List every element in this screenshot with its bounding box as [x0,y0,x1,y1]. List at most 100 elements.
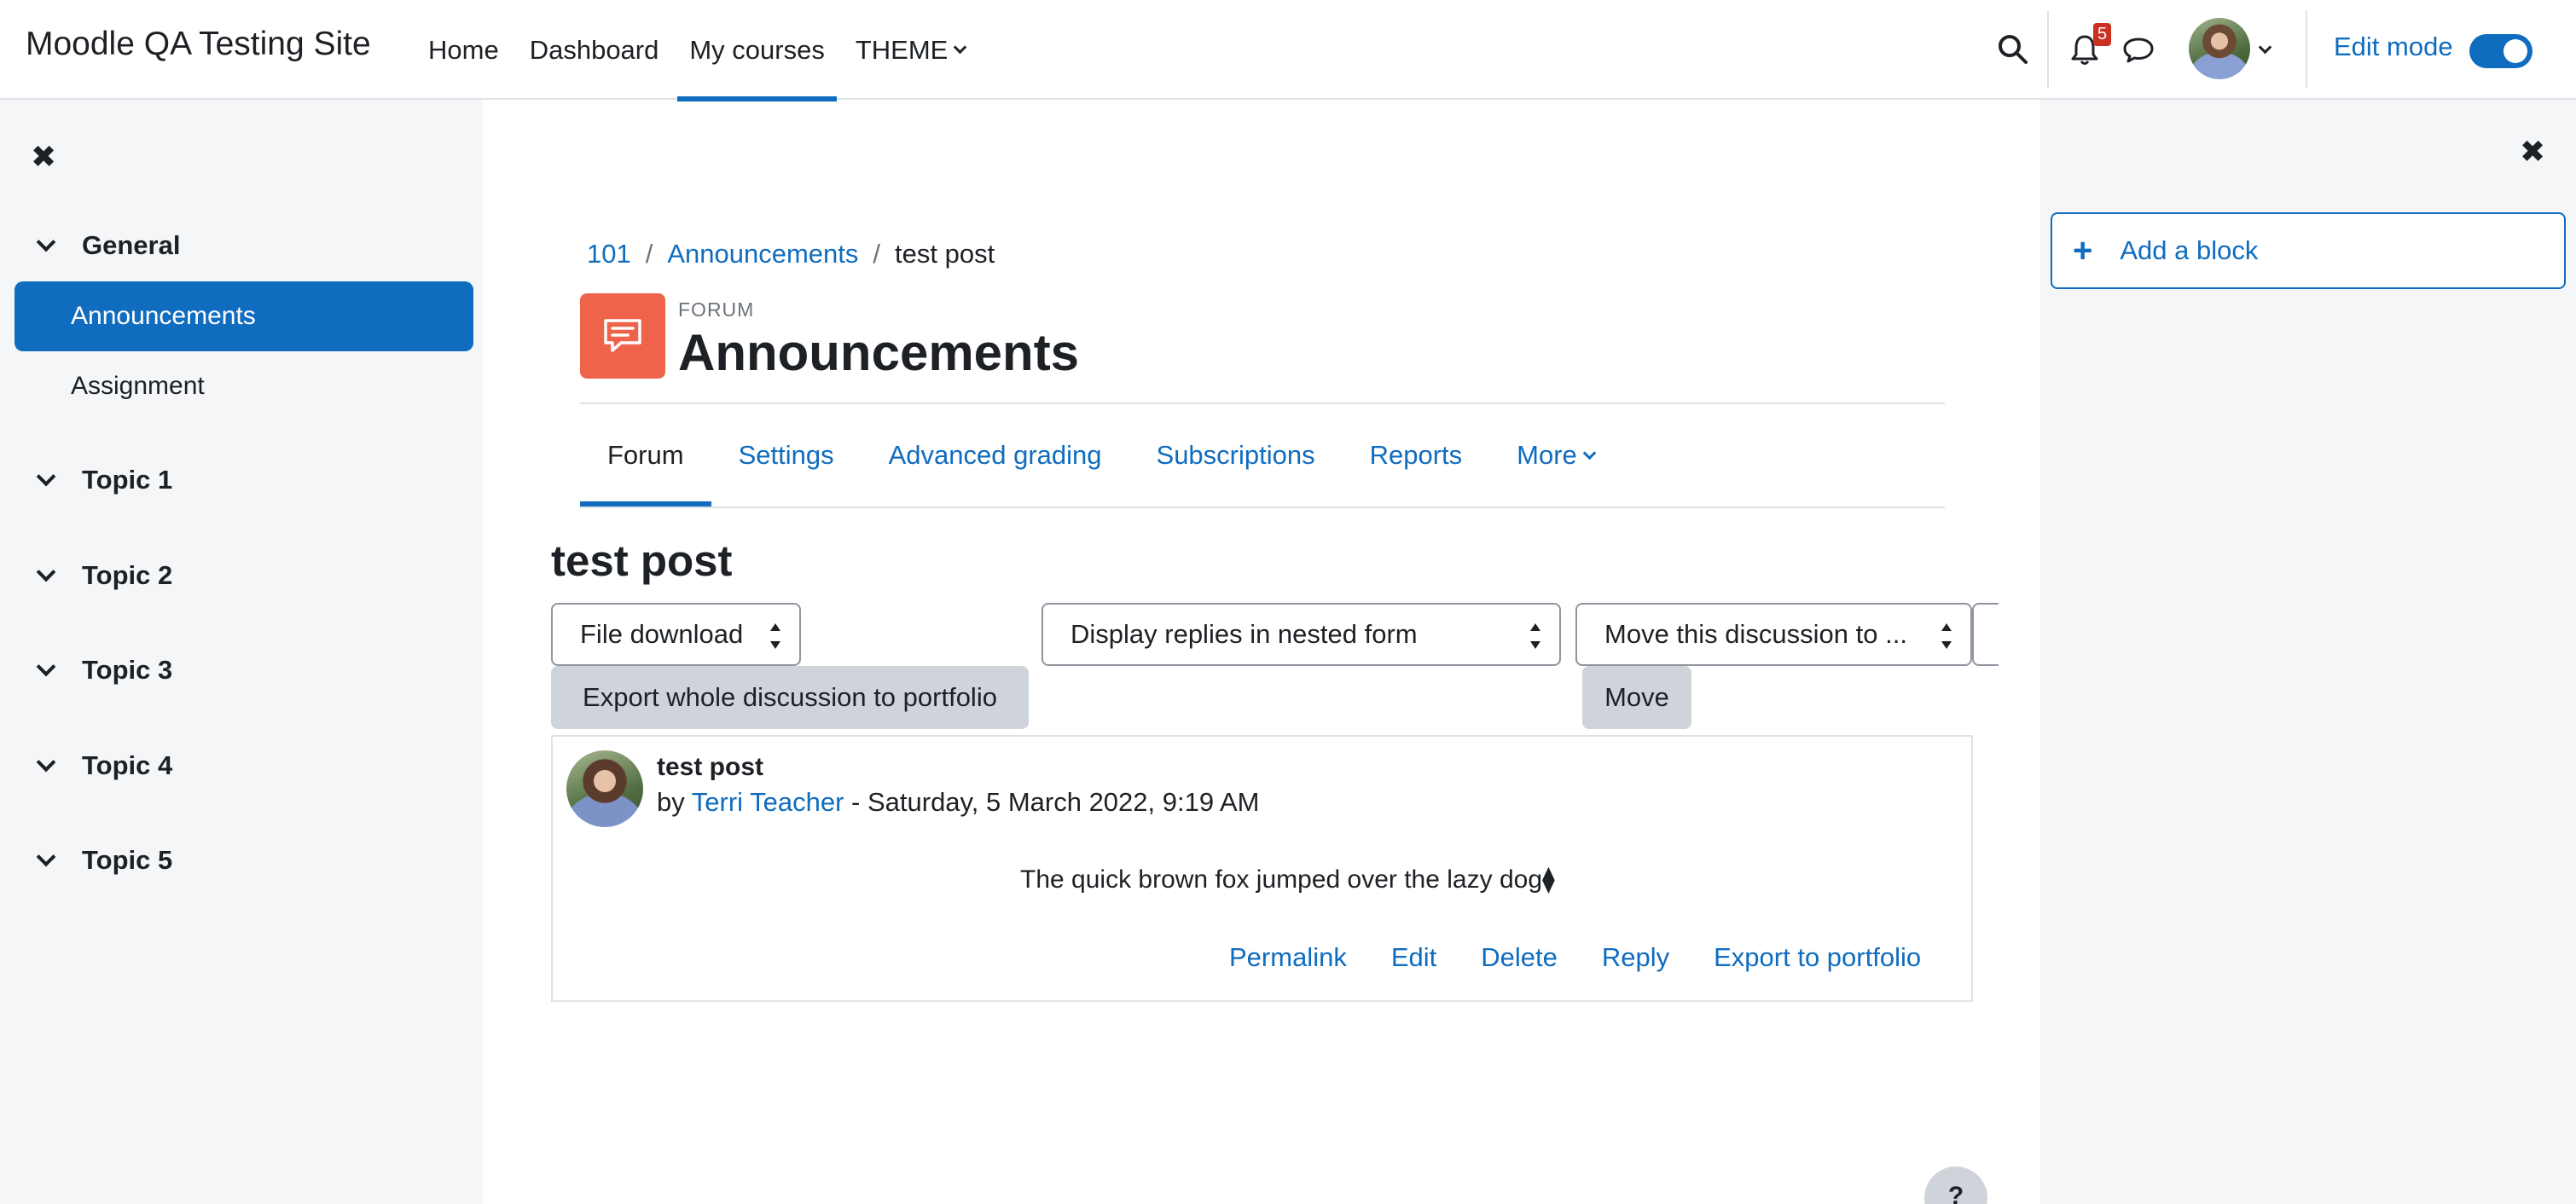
section-topic-3[interactable]: Topic 3 [32,655,172,686]
move-discussion-select[interactable]: Move this discussion to ... [1575,603,1972,666]
post-body: The quick brown fox jumped over the lazy… [1020,865,1555,894]
nav-dashboard-label: Dashboard [529,34,659,65]
section-general-label: General [82,230,181,260]
section-label: Topic 1 [82,465,173,495]
search-icon[interactable] [1996,32,2030,67]
speech-bubble-icon [604,319,641,352]
tab-subscriptions[interactable]: Subscriptions [1129,404,1343,506]
delete-link[interactable]: Delete [1481,942,1558,973]
plus-icon: + [2073,231,2093,269]
post-date: - Saturday, 5 March 2022, 9:19 AM [844,787,1260,817]
add-block-label: Add a block [2120,235,2259,265]
course-index-drawer [0,100,483,1204]
chevron-down-icon[interactable] [36,466,56,487]
section-topic-1[interactable]: Topic 1 [32,465,172,495]
tab-more[interactable]: More [1489,404,1622,506]
message-icon[interactable] [2121,32,2155,67]
tab-label: More [1517,440,1577,470]
secondary-nav-divider [580,506,1945,508]
post-author-link[interactable]: Terri Teacher [692,787,844,817]
user-avatar[interactable] [2189,18,2250,79]
primary-navigation: Home Dashboard My courses THEME [413,0,981,101]
edit-mode-toggle[interactable] [2469,34,2532,68]
tab-label: Reports [1369,440,1463,470]
course-item-assignment[interactable]: Assignment [15,351,473,421]
section-label: Topic 3 [82,655,173,685]
chevron-down-icon[interactable] [36,657,56,677]
add-block-button[interactable]: + Add a block [2051,212,2566,289]
nav-dashboard[interactable]: Dashboard [514,0,675,100]
tab-label: Subscriptions [1156,440,1315,470]
select-value: Move this discussion to ... [1604,619,1907,649]
nav-my-courses[interactable]: My courses [674,0,839,101]
course-item-label: Assignment [71,372,205,400]
permalink-link[interactable]: Permalink [1229,942,1347,973]
section-label: Topic 5 [82,845,173,875]
reply-link[interactable]: Reply [1602,942,1669,973]
course-item-announcements[interactable]: Announcements [15,281,473,351]
export-discussion-button[interactable]: Export whole discussion to portfolio [551,666,1029,729]
nav-home-label: Home [428,34,499,65]
post-actions: Permalink Edit Delete Reply Export to po… [1229,942,1921,973]
select-arrows-icon [1941,623,1952,649]
chevron-down-icon [1582,446,1597,460]
display-mode-select[interactable]: Display replies in nested form [1041,603,1561,666]
section-label: Topic 2 [82,560,173,590]
forum-icon [580,293,665,379]
tab-reports[interactable]: Reports [1343,404,1490,506]
tab-settings[interactable]: Settings [711,404,862,506]
nav-theme-label: THEME [855,34,949,65]
tab-label: Forum [607,440,684,470]
select-value: Display replies in nested form [1070,619,1418,649]
site-name[interactable]: Moodle QA Testing Site [26,26,371,63]
section-topic-4[interactable]: Topic 4 [32,750,172,781]
chevron-down-icon[interactable] [36,752,56,773]
post-subject: test post [657,753,764,781]
breadcrumb-current: test post [895,239,995,269]
chevron-down-icon [954,40,967,55]
chevron-down-icon[interactable] [36,562,56,582]
top-navbar: Moodle QA Testing Site Home Dashboard My… [0,0,2576,101]
user-menu-chevron-icon[interactable] [2258,40,2272,55]
nav-my-courses-label: My courses [689,34,825,65]
breadcrumb-forum[interactable]: Announcements [667,239,858,269]
edit-mode-label: Edit mode [2334,32,2453,61]
chevron-down-icon[interactable] [36,847,56,867]
page-title: Announcements [678,324,1080,381]
close-icon[interactable]: ✖ [31,139,56,175]
section-topic-2[interactable]: Topic 2 [32,560,172,591]
post-by-prefix: by [657,787,692,817]
tab-label: Settings [738,440,834,470]
nav-theme-menu[interactable]: THEME [840,0,981,100]
navbar-divider [2306,10,2307,89]
help-button[interactable]: ? [1924,1166,1987,1204]
chevron-down-icon[interactable] [36,232,56,252]
post-byline: by Terri Teacher - Saturday, 5 March 202… [657,787,1260,818]
breadcrumb: 101 / Announcements / test post [587,239,995,269]
secondary-navigation: Forum Settings Advanced grading Subscrip… [580,404,1622,506]
export-to-portfolio-link[interactable]: Export to portfolio [1714,942,1921,973]
section-label: Topic 4 [82,750,173,780]
discussion-title: test post [551,536,733,585]
breadcrumb-separator: / [873,239,881,269]
module-type-label: FORUM [678,298,755,321]
tab-forum[interactable]: Forum [580,404,711,506]
avatar[interactable] [566,750,643,827]
tab-advanced-grading[interactable]: Advanced grading [862,404,1129,506]
breadcrumb-course[interactable]: 101 [587,239,631,269]
select-arrows-icon [770,623,780,649]
tab-label: Advanced grading [888,440,1102,470]
select-value: File download [580,619,744,649]
notification-count-badge: 5 [2093,23,2111,46]
file-download-select[interactable]: File download [551,603,801,666]
navbar-divider [2047,10,2049,89]
close-icon[interactable]: ✖ [2520,134,2545,170]
select-arrows-icon [1530,623,1540,649]
section-general[interactable]: General [32,230,180,261]
nav-home[interactable]: Home [413,0,514,100]
content-clip [1999,597,2040,674]
section-topic-5[interactable]: Topic 5 [32,845,172,876]
move-button[interactable]: Move [1582,666,1691,729]
breadcrumb-separator: / [645,239,653,269]
edit-link[interactable]: Edit [1391,942,1436,973]
